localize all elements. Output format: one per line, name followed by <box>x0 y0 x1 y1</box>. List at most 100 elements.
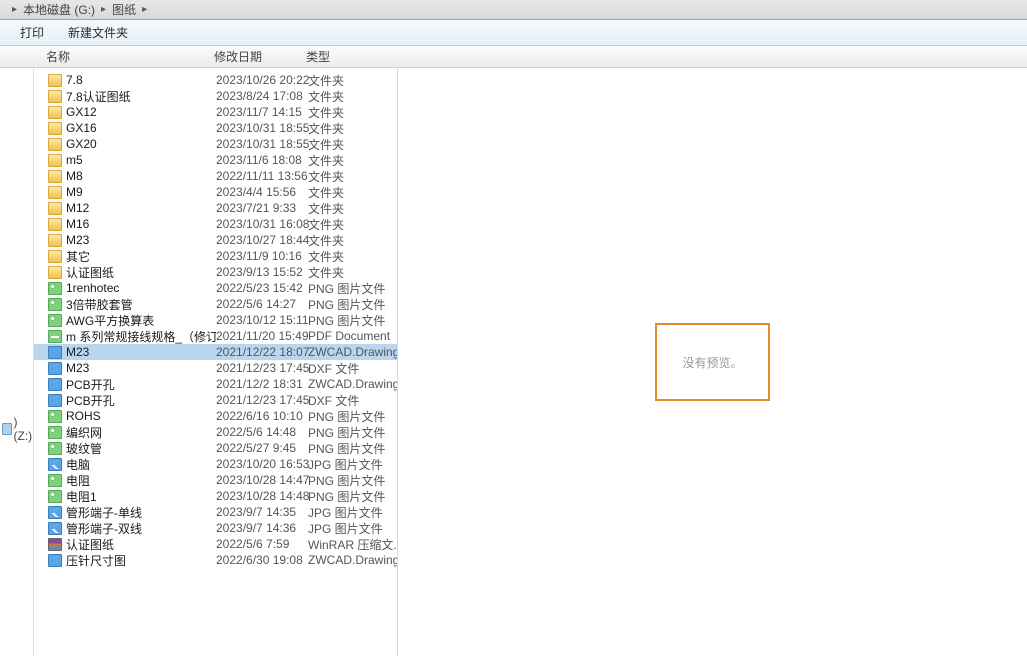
file-row[interactable]: M92023/4/4 15:56文件夹 <box>34 184 397 200</box>
file-type: 文件夹 <box>308 248 397 265</box>
file-row[interactable]: M232023/10/27 18:44文件夹 <box>34 232 397 248</box>
file-row[interactable]: 3倍带胶套管2022/5/6 14:27PNG 图片文件 <box>34 296 397 312</box>
fold-icon <box>48 266 62 279</box>
breadcrumb[interactable]: ▸ 本地磁盘 (G:) ▸ 图纸 ▸ <box>0 0 1027 20</box>
file-name: GX12 <box>66 105 216 119</box>
file-name: GX16 <box>66 121 216 135</box>
file-date: 2023/8/24 17:08 <box>216 89 308 103</box>
file-row[interactable]: M162023/10/31 16:08文件夹 <box>34 216 397 232</box>
file-name: 压针尺寸图 <box>66 552 216 569</box>
file-type: 文件夹 <box>308 152 397 169</box>
file-row[interactable]: 管形端子-双线2023/9/7 14:36JPG 图片文件 <box>34 520 397 536</box>
breadcrumb-arrow-icon: ▸ <box>101 4 106 15</box>
file-date: 2023/10/31 16:08 <box>216 217 308 231</box>
file-type: 文件夹 <box>308 88 397 105</box>
file-name: M23 <box>66 345 216 359</box>
file-type: DXF 文件 <box>308 392 397 409</box>
file-date: 2023/9/13 15:52 <box>216 265 308 279</box>
file-name: ROHS <box>66 409 216 423</box>
file-date: 2023/11/9 10:16 <box>216 249 308 263</box>
file-row[interactable]: GX202023/10/31 18:55文件夹 <box>34 136 397 152</box>
file-date: 2022/5/6 7:59 <box>216 537 308 551</box>
file-list[interactable]: 7.82023/10/26 20:22文件夹7.8认证图纸2023/8/24 1… <box>34 68 398 656</box>
file-date: 2021/12/2 18:31 <box>216 377 308 391</box>
file-row[interactable]: AWG平方换算表2023/10/12 15:11PNG 图片文件 <box>34 312 397 328</box>
column-date[interactable]: 修改日期 <box>214 48 306 65</box>
file-row[interactable]: 电阻2023/10/28 14:47PNG 图片文件 <box>34 472 397 488</box>
column-name[interactable]: 名称 <box>0 48 214 65</box>
file-row[interactable]: PCB开孔2021/12/23 17:45DXF 文件 <box>34 392 397 408</box>
file-row[interactable]: M82022/11/11 13:56文件夹 <box>34 168 397 184</box>
file-date: 2022/5/6 14:27 <box>216 297 308 311</box>
file-row[interactable]: PCB开孔2021/12/2 18:31ZWCAD.Drawing <box>34 376 397 392</box>
breadcrumb-disk[interactable]: 本地磁盘 (G:) <box>23 1 95 18</box>
file-name: M16 <box>66 217 216 231</box>
file-type: PNG 图片文件 <box>308 280 397 297</box>
fold-icon <box>48 106 62 119</box>
nav-tree[interactable]: ) (Z:) <box>0 68 34 656</box>
file-row[interactable]: 7.8认证图纸2023/8/24 17:08文件夹 <box>34 88 397 104</box>
file-date: 2021/12/23 17:45 <box>216 393 308 407</box>
toolbar: 打印 新建文件夹 <box>0 20 1027 46</box>
file-name: m5 <box>66 153 216 167</box>
file-type: PNG 图片文件 <box>308 424 397 441</box>
png-icon <box>48 410 62 423</box>
jpg-icon <box>48 522 62 535</box>
file-name: PCB开孔 <box>66 392 216 409</box>
fold-icon <box>48 202 62 215</box>
file-type: 文件夹 <box>308 232 397 249</box>
column-type[interactable]: 类型 <box>306 48 1027 65</box>
file-type: PNG 图片文件 <box>308 472 397 489</box>
file-name: PCB开孔 <box>66 376 216 393</box>
file-row[interactable]: m 系列常规接线规格_（修订版）2021/11/20 15:49PDF Docu… <box>34 328 397 344</box>
file-type: 文件夹 <box>308 200 397 217</box>
breadcrumb-folder[interactable]: 图纸 <box>112 1 136 18</box>
file-row[interactable]: M122023/7/21 9:33文件夹 <box>34 200 397 216</box>
file-date: 2022/5/6 14:48 <box>216 425 308 439</box>
file-date: 2023/10/12 15:11 <box>216 313 308 327</box>
file-date: 2023/7/21 9:33 <box>216 201 308 215</box>
file-row[interactable]: 管形端子-单线2023/9/7 14:35JPG 图片文件 <box>34 504 397 520</box>
file-name: M23 <box>66 233 216 247</box>
file-date: 2023/4/4 15:56 <box>216 185 308 199</box>
file-row[interactable]: 编织网2022/5/6 14:48PNG 图片文件 <box>34 424 397 440</box>
file-row[interactable]: 其它2023/11/9 10:16文件夹 <box>34 248 397 264</box>
file-name: GX20 <box>66 137 216 151</box>
file-row[interactable]: 1renhotec2022/5/23 15:42PNG 图片文件 <box>34 280 397 296</box>
fold-icon <box>48 122 62 135</box>
file-date: 2022/6/30 19:08 <box>216 553 308 567</box>
file-name: 1renhotec <box>66 281 216 295</box>
file-date: 2021/11/20 15:49 <box>216 329 308 343</box>
file-row[interactable]: 电脑2023/10/20 16:53JPG 图片文件 <box>34 456 397 472</box>
file-date: 2022/5/23 15:42 <box>216 281 308 295</box>
file-row[interactable]: 认证图纸2022/5/6 7:59WinRAR 压缩文... <box>34 536 397 552</box>
file-date: 2022/5/27 9:45 <box>216 441 308 455</box>
file-name: 编织网 <box>66 424 216 441</box>
new-folder-button[interactable]: 新建文件夹 <box>68 24 128 41</box>
png-icon <box>48 490 62 503</box>
file-row[interactable]: ROHS2022/6/16 10:10PNG 图片文件 <box>34 408 397 424</box>
file-row[interactable]: 玻纹管2022/5/27 9:45PNG 图片文件 <box>34 440 397 456</box>
fold-icon <box>48 138 62 151</box>
file-row[interactable]: m52023/11/6 18:08文件夹 <box>34 152 397 168</box>
dwg-icon <box>48 554 62 567</box>
file-row[interactable]: 认证图纸2023/9/13 15:52文件夹 <box>34 264 397 280</box>
png-icon <box>48 298 62 311</box>
file-date: 2021/12/22 18:07 <box>216 345 308 359</box>
print-button[interactable]: 打印 <box>20 24 44 41</box>
file-row[interactable]: 电阻12023/10/28 14:48PNG 图片文件 <box>34 488 397 504</box>
file-row[interactable]: GX122023/11/7 14:15文件夹 <box>34 104 397 120</box>
file-name: 管形端子-单线 <box>66 504 216 521</box>
file-date: 2022/11/11 13:56 <box>216 169 308 183</box>
drive-item[interactable]: ) (Z:) <box>0 420 33 438</box>
file-row[interactable]: M232021/12/22 18:07ZWCAD.Drawing <box>34 344 397 360</box>
file-row[interactable]: GX162023/10/31 18:55文件夹 <box>34 120 397 136</box>
file-date: 2023/11/7 14:15 <box>216 105 308 119</box>
file-row[interactable]: M232021/12/23 17:45DXF 文件 <box>34 360 397 376</box>
file-type: PNG 图片文件 <box>308 296 397 313</box>
file-date: 2023/10/28 14:48 <box>216 489 308 503</box>
file-row[interactable]: 7.82023/10/26 20:22文件夹 <box>34 72 397 88</box>
file-type: DXF 文件 <box>308 360 397 377</box>
file-type: 文件夹 <box>308 168 397 185</box>
file-row[interactable]: 压针尺寸图2022/6/30 19:08ZWCAD.Drawing <box>34 552 397 568</box>
